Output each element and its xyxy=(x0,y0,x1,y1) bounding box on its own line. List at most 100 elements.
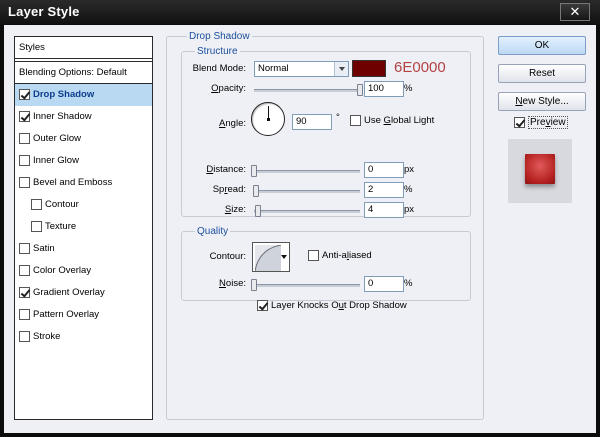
distance-input[interactable]: 0 xyxy=(364,162,404,178)
style-item-label: Texture xyxy=(45,221,77,232)
styles-header[interactable]: Styles xyxy=(15,37,152,59)
preview-checkbox[interactable] xyxy=(514,117,525,128)
blend-mode-select[interactable]: Normal xyxy=(254,61,349,77)
preview-swatch xyxy=(525,154,555,184)
style-item-bevel-and-emboss[interactable]: Bevel and Emboss xyxy=(15,172,152,194)
style-preview-thumbnail xyxy=(508,139,572,203)
size-slider[interactable] xyxy=(254,205,360,217)
ok-button[interactable]: OK xyxy=(498,36,586,55)
drop-shadow-title: Drop Shadow xyxy=(187,31,252,42)
quality-title: Quality xyxy=(195,226,231,237)
style-item-outer-glow[interactable]: Outer Glow xyxy=(15,128,152,150)
new-style-button[interactable]: New Style... xyxy=(498,92,586,111)
styles-panel: Styles Blending Options: Default Drop Sh… xyxy=(14,36,153,420)
size-slider-thumb[interactable] xyxy=(255,205,261,217)
style-item-label: Color Overlay xyxy=(33,265,92,276)
noise-input[interactable]: 0 xyxy=(364,276,404,292)
style-item-checkbox[interactable] xyxy=(19,155,30,166)
anti-aliased-checkbox[interactable] xyxy=(308,250,319,261)
style-item-inner-glow[interactable]: Inner Glow xyxy=(15,150,152,172)
size-input[interactable]: 4 xyxy=(364,202,404,218)
style-item-checkbox[interactable] xyxy=(19,177,30,188)
style-item-checkbox[interactable] xyxy=(19,133,30,144)
style-item-contour[interactable]: Contour xyxy=(15,194,152,216)
blend-mode-value: Normal xyxy=(258,63,289,74)
style-item-label: Satin xyxy=(33,243,55,254)
angle-label: Angle: xyxy=(219,118,246,129)
opacity-label: Opacity: xyxy=(211,83,246,94)
angle-input[interactable]: 90 xyxy=(292,114,332,130)
style-item-label: Inner Glow xyxy=(33,155,79,166)
style-item-checkbox[interactable] xyxy=(31,221,42,232)
noise-slider[interactable] xyxy=(251,279,360,291)
drop-shadow-panel: Drop Shadow Structure Blend Mode: Normal… xyxy=(166,31,484,420)
use-global-light-checkbox[interactable] xyxy=(350,115,361,126)
style-item-label: Outer Glow xyxy=(33,133,82,144)
style-item-label: Inner Shadow xyxy=(33,111,92,122)
style-item-label: Pattern Overlay xyxy=(33,309,99,320)
style-item-satin[interactable]: Satin xyxy=(15,238,152,260)
style-item-inner-shadow[interactable]: Inner Shadow xyxy=(15,106,152,128)
style-item-label: Stroke xyxy=(33,331,61,342)
spread-unit: % xyxy=(404,184,413,195)
layer-style-dialog: Layer Style ✕ Styles Blending Options: D… xyxy=(0,0,600,437)
noise-slider-thumb[interactable] xyxy=(251,279,257,291)
reset-button[interactable]: Reset xyxy=(498,64,586,83)
structure-group: Structure Blend Mode: Normal 6E0000 Opac… xyxy=(181,46,471,218)
close-icon: ✕ xyxy=(569,4,581,19)
chevron-down-icon xyxy=(280,243,289,271)
distance-unit: px xyxy=(404,164,415,175)
angle-unit: ° xyxy=(336,112,340,123)
style-item-checkbox[interactable] xyxy=(19,243,30,254)
style-item-checkbox[interactable] xyxy=(31,199,42,210)
opacity-unit: % xyxy=(404,83,413,94)
style-item-checkbox[interactable] xyxy=(19,331,30,342)
close-button[interactable]: ✕ xyxy=(560,3,590,21)
spread-label: Spread: xyxy=(212,184,246,195)
dialog-title: Layer Style xyxy=(8,4,80,19)
style-item-checkbox[interactable] xyxy=(19,309,30,320)
use-global-light-label: Use Global Light xyxy=(364,115,435,126)
shadow-color-swatch[interactable] xyxy=(352,60,386,77)
contour-picker[interactable] xyxy=(252,242,290,272)
anti-aliased-label: Anti-aliased xyxy=(322,250,372,261)
style-item-label: Gradient Overlay xyxy=(33,287,105,298)
style-item-checkbox[interactable] xyxy=(19,287,30,298)
dialog-body: Styles Blending Options: Default Drop Sh… xyxy=(4,25,596,433)
style-item-color-overlay[interactable]: Color Overlay xyxy=(15,260,152,282)
style-item-pattern-overlay[interactable]: Pattern Overlay xyxy=(15,304,152,326)
size-label: Size: xyxy=(224,204,246,215)
style-item-texture[interactable]: Texture xyxy=(15,216,152,238)
title-bar: Layer Style ✕ xyxy=(0,0,600,24)
noise-label: Noise: xyxy=(219,278,246,289)
contour-label: Contour: xyxy=(209,251,246,262)
knockout-label: Layer Knocks Out Drop Shadow xyxy=(271,300,407,311)
distance-slider-thumb[interactable] xyxy=(251,165,257,177)
structure-title: Structure xyxy=(195,46,240,57)
style-item-checkbox[interactable] xyxy=(19,265,30,276)
chevron-down-icon xyxy=(334,62,348,76)
style-item-drop-shadow[interactable]: Drop Shadow xyxy=(15,84,152,106)
style-item-stroke[interactable]: Stroke xyxy=(15,326,152,348)
distance-slider[interactable] xyxy=(251,165,360,177)
style-item-label: Contour xyxy=(45,199,79,210)
contour-curve-icon xyxy=(255,245,281,271)
opacity-slider-thumb[interactable] xyxy=(357,84,363,96)
opacity-input[interactable]: 100 xyxy=(364,81,404,97)
style-item-gradient-overlay[interactable]: Gradient Overlay xyxy=(15,282,152,304)
angle-dial[interactable] xyxy=(251,102,285,136)
style-item-label: Bevel and Emboss xyxy=(33,177,113,188)
opacity-slider[interactable] xyxy=(254,84,363,96)
style-item-checkbox[interactable] xyxy=(19,111,30,122)
spread-slider-thumb[interactable] xyxy=(253,185,259,197)
quality-group: Quality Contour: Anti-aliased Noise: 0 % xyxy=(181,226,471,301)
knockout-checkbox[interactable] xyxy=(257,300,268,311)
spread-input[interactable]: 2 xyxy=(364,182,404,198)
distance-label: Distance: xyxy=(206,164,246,175)
style-item-label: Drop Shadow xyxy=(33,89,95,100)
shadow-color-hex: 6E0000 xyxy=(394,59,446,76)
spread-slider[interactable] xyxy=(253,185,360,197)
noise-unit: % xyxy=(404,278,413,289)
style-item-checkbox[interactable] xyxy=(19,89,30,100)
blending-options-item[interactable]: Blending Options: Default xyxy=(15,61,152,84)
